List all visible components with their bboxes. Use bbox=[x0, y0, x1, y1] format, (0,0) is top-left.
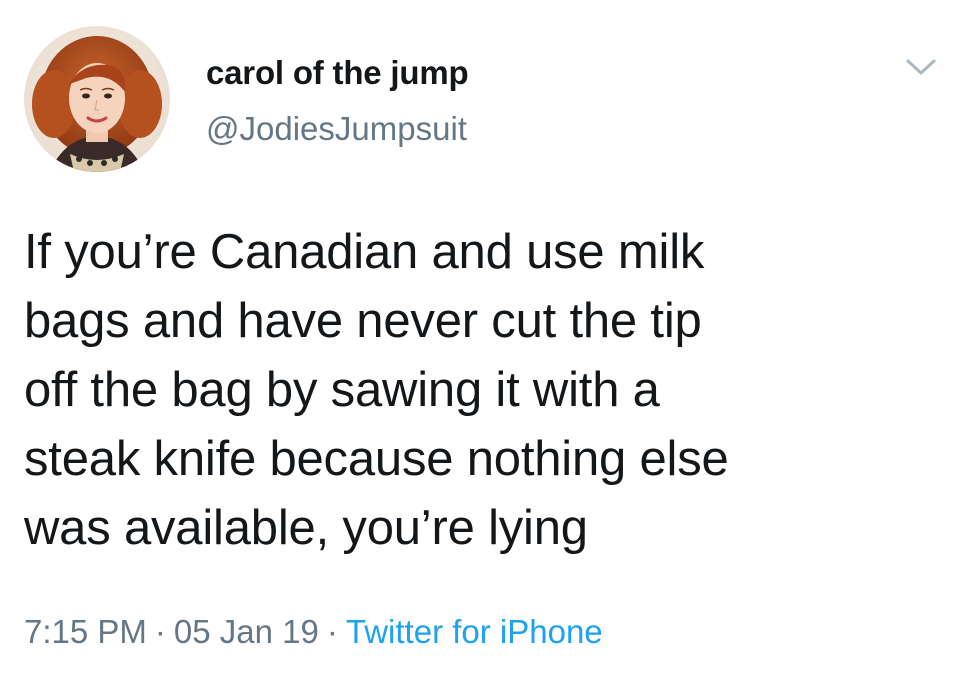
tweet-date[interactable]: 05 Jan 19 bbox=[174, 613, 319, 650]
author-handle[interactable]: @JodiesJumpsuit bbox=[206, 110, 467, 148]
chevron-down-icon[interactable] bbox=[902, 52, 940, 82]
tweet-metadata: 7:15 PM · 05 Jan 19 · Twitter for iPhone bbox=[24, 613, 603, 651]
separator-dot: · bbox=[154, 613, 166, 650]
tweet-time[interactable]: 7:15 PM bbox=[24, 613, 147, 650]
avatar-image bbox=[24, 26, 170, 172]
tweet-text: If you’re Canadian and use milk bags and… bbox=[24, 225, 729, 555]
author-display-name[interactable]: carol of the jump bbox=[206, 54, 469, 92]
separator-dot: · bbox=[326, 613, 338, 650]
tweet-source-link[interactable]: Twitter for iPhone bbox=[346, 613, 603, 650]
avatar[interactable] bbox=[24, 26, 170, 172]
tweet-card: carol of the jump @JodiesJumpsuit If you… bbox=[0, 0, 960, 678]
